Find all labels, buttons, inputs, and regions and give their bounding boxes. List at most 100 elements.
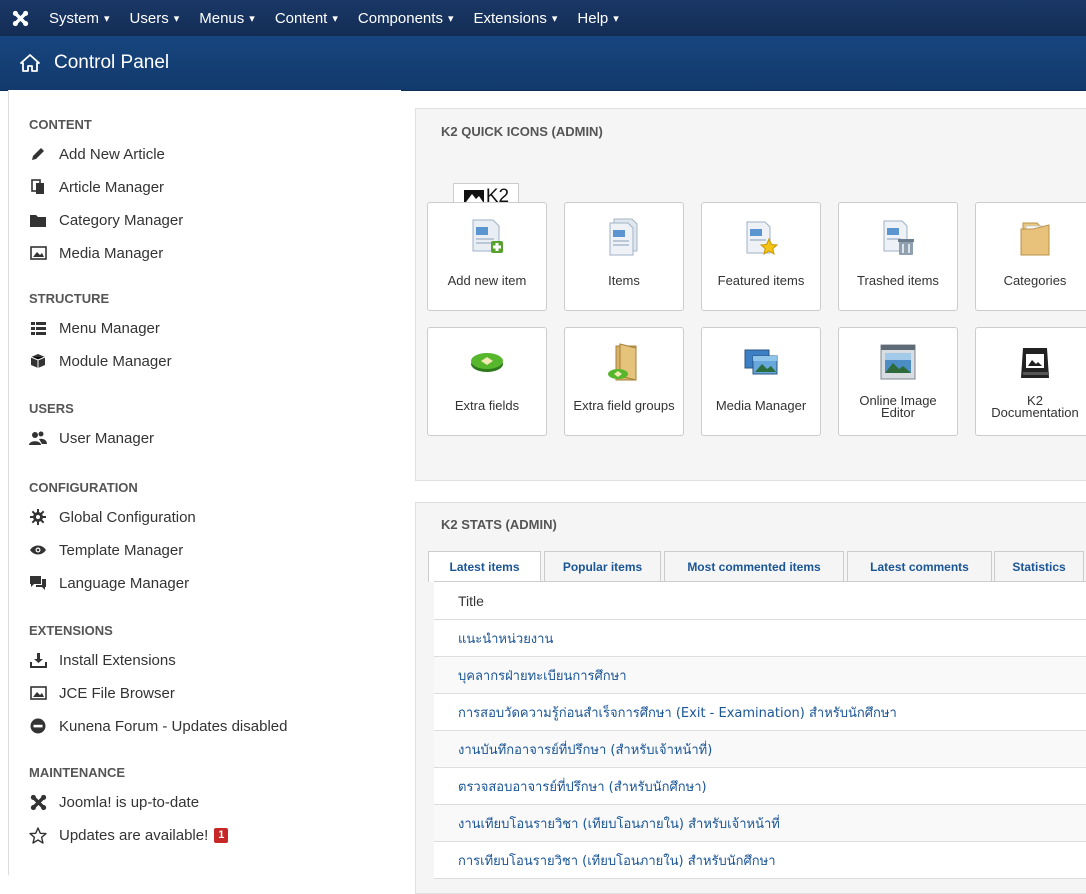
- quick-icon-featured-items[interactable]: Featured items: [701, 202, 821, 311]
- sidebar-item-label: JCE File Browser: [59, 684, 175, 702]
- menu-extensions[interactable]: Extensions ▾: [463, 0, 567, 36]
- extra-field-groups-icon: [606, 342, 642, 382]
- sidebar-item-label: Kunena Forum - Updates disabled: [59, 717, 288, 735]
- sidebar-item-label: Module Manager: [59, 352, 172, 370]
- comments-icon: [29, 574, 47, 592]
- sidebar-item-label: Install Extensions: [59, 651, 176, 669]
- tab-statistics[interactable]: Statistics: [994, 551, 1084, 581]
- quick-icon-label: Trashed items: [857, 273, 939, 288]
- featured-items-icon: [743, 217, 779, 257]
- table-row-link[interactable]: บุคลากรฝ่ายทะเบียนการศึกษา: [434, 657, 1086, 694]
- star-icon: [29, 826, 47, 844]
- panel-title: K2 STATS (ADMIN): [441, 517, 557, 532]
- menu-label: Users: [129, 9, 169, 27]
- tab-most-commented-items[interactable]: Most commented items: [664, 551, 844, 581]
- image-editor-icon: [880, 342, 916, 382]
- sidebar-item-global-configuration[interactable]: Global Configuration: [29, 506, 196, 528]
- quick-icon-trashed-items[interactable]: Trashed items: [838, 202, 958, 311]
- menu-label: Menus: [199, 9, 245, 27]
- caret-down-icon: ▾: [551, 12, 558, 25]
- quick-icon-label: Online Image Editor: [859, 393, 937, 420]
- caret-down-icon: ▾: [447, 12, 454, 25]
- quick-icon-label: Featured items: [717, 273, 805, 288]
- download-icon: [29, 651, 47, 669]
- sidebar-item-updates-are-available[interactable]: Updates are available! 1: [29, 824, 229, 846]
- sidebar-item-category-manager[interactable]: Category Manager: [29, 209, 183, 231]
- menu-components[interactable]: Components ▾: [348, 0, 464, 36]
- trashed-items-icon: [880, 217, 916, 257]
- menu-label: Extensions: [473, 9, 547, 27]
- sidebar-section-users: USERS: [29, 401, 74, 416]
- quick-icon-add-new-item[interactable]: Add new item: [427, 202, 547, 311]
- table-row-link[interactable]: งานบันทึกอาจารย์ที่ปรึกษา (สำหรับเจ้าหน้…: [434, 731, 1086, 768]
- sidebar-item-label: Article Manager: [59, 178, 165, 196]
- table-row-link[interactable]: การเทียบโอนรายวิชา (เทียบโอนภายใน) สำหรั…: [434, 842, 1086, 879]
- quick-icon-extra-fields[interactable]: Extra fields: [427, 327, 547, 436]
- sidebar-item-template-manager[interactable]: Template Manager: [29, 539, 183, 561]
- table-row-link[interactable]: งานเทียบโอนรายวิชา (เทียบโอนภายใน) สำหรั…: [434, 805, 1086, 842]
- caret-down-icon: ▾: [173, 12, 180, 25]
- image-icon: [29, 684, 47, 702]
- pencil-icon: [29, 145, 47, 163]
- sidebar-item-article-manager[interactable]: Article Manager: [29, 176, 164, 198]
- caret-down-icon: ▾: [104, 12, 110, 25]
- sidebar-item-install-extensions[interactable]: Install Extensions: [29, 649, 176, 671]
- sidebar-item-jce-file-browser[interactable]: JCE File Browser: [29, 682, 175, 704]
- sidebar-item-label: Media Manager: [59, 244, 164, 262]
- menu-label: System: [49, 9, 100, 27]
- top-menu-list: System ▾ Users ▾ Menus ▾ Content ▾ Components ▾ Ex…: [39, 0, 629, 36]
- sidebar-item-add-new-article[interactable]: Add New Article: [29, 143, 165, 165]
- tab-latest-comments[interactable]: Latest comments: [847, 551, 992, 581]
- sidebar-item-joomla-is-up-to-date[interactable]: Joomla! is up-to-date: [29, 791, 199, 813]
- caret-down-icon: ▾: [613, 12, 619, 25]
- sidebar-section-maintenance: MAINTENANCE: [29, 765, 126, 780]
- sidebar-item-user-manager[interactable]: User Manager: [29, 427, 154, 449]
- sidebar-item-media-manager[interactable]: Media Manager: [29, 242, 163, 264]
- quick-icon-categories[interactable]: Categories: [975, 202, 1086, 311]
- menu-users[interactable]: Users ▾: [120, 0, 190, 36]
- sidebar-item-label: Category Manager: [59, 211, 184, 229]
- image-icon: [29, 244, 47, 262]
- quick-icon-items[interactable]: Items: [564, 202, 684, 311]
- menu-menus[interactable]: Menus ▾: [189, 0, 265, 36]
- latest-items-table: Title แนะนำหน่วยงาน บุคลากรฝ่ายทะเบียนการศ…: [434, 581, 1086, 879]
- quick-icon-k2-documentation[interactable]: K2 Documentation: [975, 327, 1086, 436]
- sidebar-item-label: Template Manager: [59, 541, 184, 559]
- quick-icon-extra-field-groups[interactable]: Extra field groups: [564, 327, 684, 436]
- extra-fields-icon: [469, 342, 505, 382]
- sidebar-item-language-manager[interactable]: Language Manager: [29, 572, 189, 594]
- add-item-icon: [469, 217, 505, 257]
- menu-system[interactable]: System ▾: [39, 0, 120, 36]
- quick-icon-media-manager[interactable]: Media Manager: [701, 327, 821, 436]
- tab-latest-items[interactable]: Latest items: [428, 551, 541, 582]
- sidebar-item-kunena-forum-updates-disabled[interactable]: Kunena Forum - Updates disabled: [29, 715, 287, 737]
- page-title: Control Panel: [54, 52, 170, 73]
- minus-circle-icon: [29, 717, 47, 735]
- media-manager-icon: [743, 342, 779, 382]
- copy-icon: [29, 178, 47, 196]
- menu-label: Help: [577, 9, 609, 27]
- quick-icon-label: Add new item: [447, 273, 527, 288]
- quick-icon-label: Items: [608, 273, 640, 288]
- folder-icon: [29, 211, 47, 229]
- items-icon: [606, 217, 642, 257]
- sidebar-section-extensions: EXTENSIONS: [29, 623, 113, 638]
- menu-help[interactable]: Help ▾: [567, 0, 628, 36]
- sidebar-section-content: CONTENT: [29, 117, 92, 132]
- sidebar-item-label: Menu Manager: [59, 319, 160, 337]
- tab-popular-items[interactable]: Popular items: [544, 551, 661, 581]
- table-row-link[interactable]: การสอบวัดความรู้ก่อนสำเร็จการศึกษา (Exit…: [434, 694, 1086, 731]
- joomla-icon: [29, 793, 47, 811]
- sidebar-item-module-manager[interactable]: Module Manager: [29, 350, 172, 372]
- quick-icon-online-image-editor[interactable]: Online Image Editor: [838, 327, 958, 436]
- table-row-link[interactable]: แนะนำหน่วยงาน: [434, 620, 1086, 657]
- table-row-link[interactable]: ตรวจสอบอาจารย์ที่ปรึกษา (สำหรับนักศึกษา): [434, 768, 1086, 805]
- sidebar-item-menu-manager[interactable]: Menu Manager: [29, 317, 160, 339]
- quick-icon-label: Media Manager: [715, 398, 807, 413]
- joomla-logo-icon[interactable]: [11, 9, 29, 27]
- k2-quick-icons-panel: K2 QUICK ICONS (ADMIN) K2 Add new item It…: [415, 108, 1086, 481]
- update-count-badge: 1: [214, 827, 229, 843]
- k2-stats-panel: K2 STATS (ADMIN) Latest items Popular ite…: [415, 502, 1086, 894]
- menu-content[interactable]: Content ▾: [265, 0, 348, 36]
- sidebar-item-label: Add New Article: [59, 145, 165, 163]
